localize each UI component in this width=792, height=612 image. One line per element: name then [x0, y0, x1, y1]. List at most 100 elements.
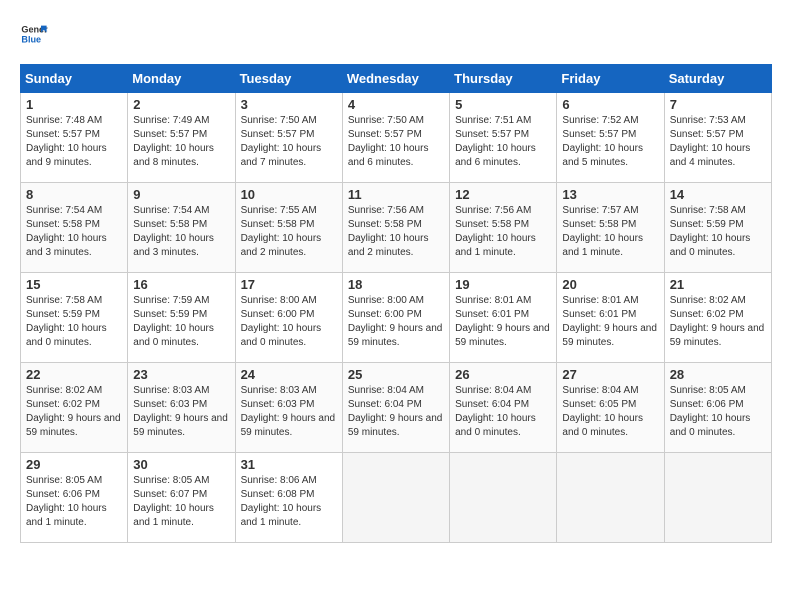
- cell-content: Sunrise: 8:05 AMSunset: 6:07 PMDaylight:…: [133, 475, 214, 528]
- calendar-cell: 2 Sunrise: 7:49 AMSunset: 5:57 PMDaylight…: [128, 93, 235, 183]
- weekday-header-monday: Monday: [128, 65, 235, 93]
- weekday-header-saturday: Saturday: [664, 65, 771, 93]
- day-number: 7: [670, 97, 766, 112]
- day-number: 22: [26, 367, 122, 382]
- day-number: 26: [455, 367, 551, 382]
- day-number: 31: [241, 457, 337, 472]
- day-number: 3: [241, 97, 337, 112]
- calendar-cell: 24 Sunrise: 8:03 AMSunset: 6:03 PMDayligh…: [235, 363, 342, 453]
- calendar-cell: 8 Sunrise: 7:54 AMSunset: 5:58 PMDaylight…: [21, 183, 128, 273]
- cell-content: Sunrise: 8:00 AMSunset: 6:00 PMDaylight:…: [241, 295, 322, 348]
- day-number: 13: [562, 187, 658, 202]
- weekday-header-row: SundayMondayTuesdayWednesdayThursdayFrid…: [21, 65, 772, 93]
- cell-content: Sunrise: 7:57 AMSunset: 5:58 PMDaylight:…: [562, 205, 643, 258]
- weekday-header-sunday: Sunday: [21, 65, 128, 93]
- calendar-week-2: 8 Sunrise: 7:54 AMSunset: 5:58 PMDaylight…: [21, 183, 772, 273]
- day-number: 17: [241, 277, 337, 292]
- day-number: 24: [241, 367, 337, 382]
- cell-content: Sunrise: 7:54 AMSunset: 5:58 PMDaylight:…: [26, 205, 107, 258]
- calendar-cell: [557, 453, 664, 543]
- cell-content: Sunrise: 7:50 AMSunset: 5:57 PMDaylight:…: [241, 115, 322, 168]
- cell-content: Sunrise: 7:53 AMSunset: 5:57 PMDaylight:…: [670, 115, 751, 168]
- day-number: 1: [26, 97, 122, 112]
- page-header: General Blue: [20, 20, 772, 48]
- day-number: 30: [133, 457, 229, 472]
- calendar-cell: 19 Sunrise: 8:01 AMSunset: 6:01 PMDayligh…: [450, 273, 557, 363]
- calendar-cell: 6 Sunrise: 7:52 AMSunset: 5:57 PMDaylight…: [557, 93, 664, 183]
- cell-content: Sunrise: 8:04 AMSunset: 6:04 PMDaylight:…: [348, 385, 443, 438]
- cell-content: Sunrise: 8:02 AMSunset: 6:02 PMDaylight:…: [26, 385, 121, 438]
- day-number: 18: [348, 277, 444, 292]
- cell-content: Sunrise: 7:51 AMSunset: 5:57 PMDaylight:…: [455, 115, 536, 168]
- day-number: 28: [670, 367, 766, 382]
- day-number: 6: [562, 97, 658, 112]
- cell-content: Sunrise: 8:01 AMSunset: 6:01 PMDaylight:…: [455, 295, 550, 348]
- calendar-cell: 26 Sunrise: 8:04 AMSunset: 6:04 PMDayligh…: [450, 363, 557, 453]
- calendar-cell: 15 Sunrise: 7:58 AMSunset: 5:59 PMDayligh…: [21, 273, 128, 363]
- calendar-cell: 31 Sunrise: 8:06 AMSunset: 6:08 PMDayligh…: [235, 453, 342, 543]
- day-number: 23: [133, 367, 229, 382]
- calendar-cell: 29 Sunrise: 8:05 AMSunset: 6:06 PMDayligh…: [21, 453, 128, 543]
- day-number: 8: [26, 187, 122, 202]
- calendar-cell: 17 Sunrise: 8:00 AMSunset: 6:00 PMDayligh…: [235, 273, 342, 363]
- cell-content: Sunrise: 8:06 AMSunset: 6:08 PMDaylight:…: [241, 475, 322, 528]
- day-number: 2: [133, 97, 229, 112]
- calendar-cell: 11 Sunrise: 7:56 AMSunset: 5:58 PMDayligh…: [342, 183, 449, 273]
- calendar-cell: 10 Sunrise: 7:55 AMSunset: 5:58 PMDayligh…: [235, 183, 342, 273]
- cell-content: Sunrise: 8:02 AMSunset: 6:02 PMDaylight:…: [670, 295, 765, 348]
- calendar-table: SundayMondayTuesdayWednesdayThursdayFrid…: [20, 64, 772, 543]
- cell-content: Sunrise: 8:03 AMSunset: 6:03 PMDaylight:…: [133, 385, 228, 438]
- calendar-week-1: 1 Sunrise: 7:48 AMSunset: 5:57 PMDaylight…: [21, 93, 772, 183]
- cell-content: Sunrise: 7:48 AMSunset: 5:57 PMDaylight:…: [26, 115, 107, 168]
- calendar-cell: 5 Sunrise: 7:51 AMSunset: 5:57 PMDaylight…: [450, 93, 557, 183]
- day-number: 12: [455, 187, 551, 202]
- day-number: 19: [455, 277, 551, 292]
- cell-content: Sunrise: 7:56 AMSunset: 5:58 PMDaylight:…: [455, 205, 536, 258]
- calendar-cell: [664, 453, 771, 543]
- day-number: 5: [455, 97, 551, 112]
- calendar-cell: 9 Sunrise: 7:54 AMSunset: 5:58 PMDaylight…: [128, 183, 235, 273]
- calendar-cell: 22 Sunrise: 8:02 AMSunset: 6:02 PMDayligh…: [21, 363, 128, 453]
- cell-content: Sunrise: 7:49 AMSunset: 5:57 PMDaylight:…: [133, 115, 214, 168]
- calendar-cell: 21 Sunrise: 8:02 AMSunset: 6:02 PMDayligh…: [664, 273, 771, 363]
- day-number: 14: [670, 187, 766, 202]
- weekday-header-tuesday: Tuesday: [235, 65, 342, 93]
- calendar-cell: 13 Sunrise: 7:57 AMSunset: 5:58 PMDayligh…: [557, 183, 664, 273]
- calendar-cell: 16Sunrise: 7:59 AMSunset: 5:59 PMDayligh…: [128, 273, 235, 363]
- day-number: 4: [348, 97, 444, 112]
- day-number: 9: [133, 187, 229, 202]
- calendar-cell: 28Sunrise: 8:05 AMSunset: 6:06 PMDayligh…: [664, 363, 771, 453]
- calendar-cell: 7 Sunrise: 7:53 AMSunset: 5:57 PMDaylight…: [664, 93, 771, 183]
- cell-content: Sunrise: 8:01 AMSunset: 6:01 PMDaylight:…: [562, 295, 657, 348]
- calendar-cell: 1 Sunrise: 7:48 AMSunset: 5:57 PMDaylight…: [21, 93, 128, 183]
- svg-text:Blue: Blue: [21, 34, 41, 44]
- day-number: 10: [241, 187, 337, 202]
- day-number: 21: [670, 277, 766, 292]
- cell-content: Sunrise: 7:54 AMSunset: 5:58 PMDaylight:…: [133, 205, 214, 258]
- cell-content: Sunrise: 7:56 AMSunset: 5:58 PMDaylight:…: [348, 205, 429, 258]
- day-number: 29: [26, 457, 122, 472]
- day-number: 11: [348, 187, 444, 202]
- calendar-cell: 3 Sunrise: 7:50 AMSunset: 5:57 PMDaylight…: [235, 93, 342, 183]
- weekday-header-thursday: Thursday: [450, 65, 557, 93]
- day-number: 27: [562, 367, 658, 382]
- calendar-week-4: 22 Sunrise: 8:02 AMSunset: 6:02 PMDayligh…: [21, 363, 772, 453]
- weekday-header-wednesday: Wednesday: [342, 65, 449, 93]
- calendar-cell: [450, 453, 557, 543]
- logo-icon: General Blue: [20, 20, 48, 48]
- cell-content: Sunrise: 8:04 AMSunset: 6:04 PMDaylight:…: [455, 385, 536, 438]
- calendar-cell: 20Sunrise: 8:01 AMSunset: 6:01 PMDayligh…: [557, 273, 664, 363]
- cell-content: Sunrise: 8:00 AMSunset: 6:00 PMDaylight:…: [348, 295, 443, 348]
- cell-content: Sunrise: 7:52 AMSunset: 5:57 PMDaylight:…: [562, 115, 643, 168]
- cell-content: Sunrise: 7:55 AMSunset: 5:58 PMDaylight:…: [241, 205, 322, 258]
- cell-content: Sunrise: 8:05 AMSunset: 6:06 PMDaylight:…: [26, 475, 107, 528]
- calendar-cell: 18 Sunrise: 8:00 AMSunset: 6:00 PMDayligh…: [342, 273, 449, 363]
- calendar-cell: 27 Sunrise: 8:04 AMSunset: 6:05 PMDayligh…: [557, 363, 664, 453]
- cell-content: Sunrise: 8:04 AMSunset: 6:05 PMDaylight:…: [562, 385, 643, 438]
- weekday-header-friday: Friday: [557, 65, 664, 93]
- day-number: 25: [348, 367, 444, 382]
- day-number: 15: [26, 277, 122, 292]
- calendar-cell: 23 Sunrise: 8:03 AMSunset: 6:03 PMDayligh…: [128, 363, 235, 453]
- cell-content: Sunrise: 7:58 AMSunset: 5:59 PMDaylight:…: [26, 295, 107, 348]
- cell-content: Sunrise: 8:03 AMSunset: 6:03 PMDaylight:…: [241, 385, 336, 438]
